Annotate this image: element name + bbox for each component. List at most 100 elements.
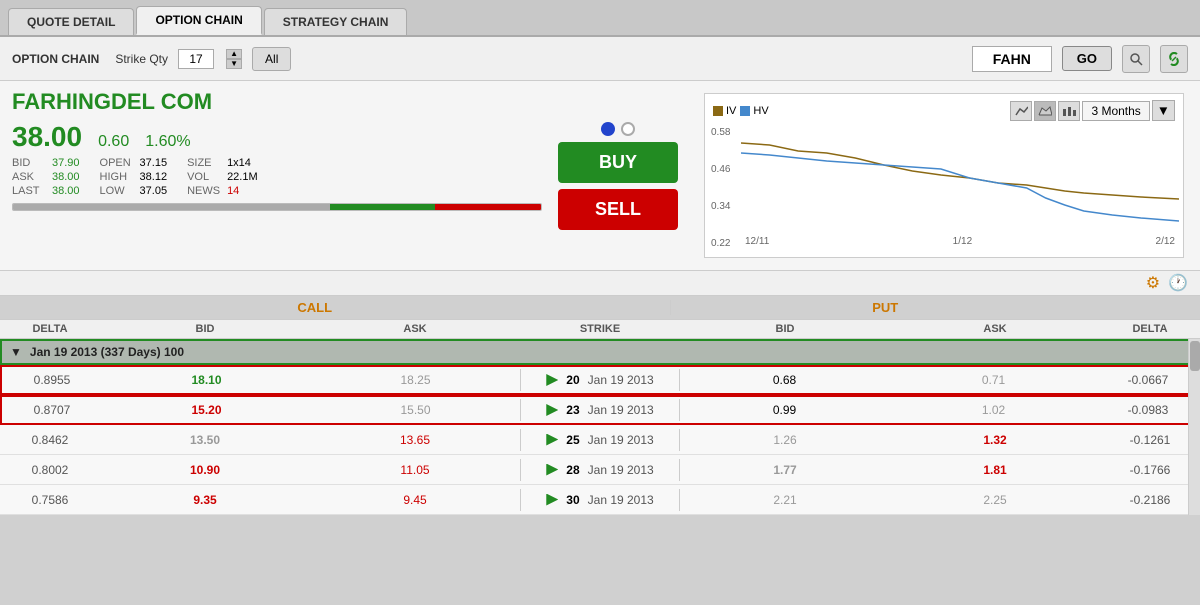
settings-icon[interactable]: ⚙ [1146, 273, 1160, 293]
col-header-delta-call: DELTA [0, 323, 100, 335]
expiry-collapse-icon[interactable]: ▼ [10, 345, 22, 359]
size-label: SIZE [187, 157, 221, 169]
call-bid-4[interactable]: 9.35 [100, 489, 310, 511]
iv-line [741, 143, 1179, 199]
call-ask-0[interactable]: 18.25 [311, 369, 520, 391]
put-bid-1[interactable]: 0.99 [680, 399, 889, 421]
progress-fill-green [330, 204, 436, 210]
put-delta-3: -0.1766 [1100, 459, 1200, 481]
quote-col-2: OPEN 37.15 HIGH 38.12 LOW 37.05 [100, 157, 168, 197]
put-bid-2[interactable]: 1.26 [680, 429, 890, 451]
call-delta-2: 0.8462 [0, 429, 100, 451]
strike-date-1: Jan 19 2013 [588, 403, 654, 417]
put-delta-4: -0.2186 [1100, 489, 1200, 511]
timeframe-dropdown[interactable]: ▼ [1152, 100, 1175, 121]
hv-label: HV [753, 105, 768, 117]
scrollbar-thumb[interactable] [1190, 341, 1200, 371]
put-ask-2[interactable]: 1.32 [890, 429, 1100, 451]
strike-qty-spinner: ▲ ▼ [226, 49, 242, 69]
option-row-4[interactable]: 0.7586 9.35 9.45 30 Jan 19 2013 2.21 2.2… [0, 485, 1200, 515]
call-delta-3: 0.8002 [0, 459, 100, 481]
strike-arrow-3[interactable] [546, 464, 558, 476]
chain-section-headers: CALL PUT [0, 296, 1200, 320]
put-ask-0[interactable]: 0.71 [889, 369, 1098, 391]
vol-label: VOL [187, 171, 221, 183]
quote-area: FARHINGDEL COM 38.00 0.60 1.60% BID 37.9… [0, 81, 1200, 271]
scrollbar-track[interactable] [1188, 339, 1200, 515]
iv-dot [713, 106, 723, 116]
strike-arrow-0[interactable] [546, 374, 558, 386]
chart-line-icon[interactable] [1010, 101, 1032, 121]
strike-arrow-4[interactable] [546, 494, 558, 506]
strike-4[interactable]: 30 Jan 19 2013 [520, 489, 680, 511]
oc-header: OPTION CHAIN Strike Qty ▲ ▼ All GO [0, 37, 1200, 81]
call-bid-0[interactable]: 18.10 [102, 369, 311, 391]
put-ask-3[interactable]: 1.81 [890, 459, 1100, 481]
company-name: FARHINGDEL COM [12, 89, 542, 115]
news-label: NEWS [187, 185, 221, 197]
call-bid-1[interactable]: 15.20 [102, 399, 311, 421]
option-row-3[interactable]: 0.8002 10.90 11.05 28 Jan 19 2013 1.77 1… [0, 455, 1200, 485]
strike-arrow-2[interactable] [546, 434, 558, 446]
settings-row: ⚙ 🕐 [0, 271, 1200, 296]
option-row-1[interactable]: 0.8707 15.20 15.50 23 Jan 19 2013 0.99 1… [0, 395, 1200, 425]
last-row: LAST 38.00 [12, 185, 80, 197]
tab-quote-detail[interactable]: QUOTE DETAIL [8, 8, 134, 35]
link-icon[interactable] [1160, 45, 1188, 73]
quote-col-3: SIZE 1x14 VOL 22.1M NEWS 14 [187, 157, 258, 197]
buy-button[interactable]: BUY [558, 142, 678, 183]
x-label-2: 2/12 [1156, 236, 1175, 247]
put-ask-1[interactable]: 1.02 [889, 399, 1098, 421]
chart-area: IV HV 3 Months ▼ [704, 93, 1184, 258]
put-bid-0[interactable]: 0.68 [680, 369, 889, 391]
put-delta-1: -0.0983 [1098, 399, 1198, 421]
strike-1[interactable]: 23 Jan 19 2013 [520, 399, 680, 421]
clock-icon[interactable]: 🕐 [1168, 273, 1188, 293]
ask-label: ASK [12, 171, 46, 183]
put-ask-4[interactable]: 2.25 [890, 489, 1100, 511]
put-bid-3[interactable]: 1.77 [680, 459, 890, 481]
chart-area-icon[interactable] [1034, 101, 1056, 121]
call-bid-3[interactable]: 10.90 [100, 459, 310, 481]
put-bid-4[interactable]: 2.21 [680, 489, 890, 511]
call-ask-2[interactable]: 13.65 [310, 429, 520, 451]
dot-filled [601, 122, 615, 136]
strike-0[interactable]: 20 Jan 19 2013 [520, 369, 680, 391]
chart-controls: IV HV 3 Months ▼ [709, 98, 1179, 123]
dot-row [601, 122, 635, 136]
call-ask-4[interactable]: 9.45 [310, 489, 520, 511]
strike-3[interactable]: 28 Jan 19 2013 [520, 459, 680, 481]
call-bid-2[interactable]: 13.50 [100, 429, 310, 451]
tab-option-chain[interactable]: OPTION CHAIN [136, 6, 261, 35]
all-button[interactable]: All [252, 47, 291, 71]
col-header-strike: STRIKE [520, 323, 680, 335]
option-row-0[interactable]: 0.8955 18.10 18.25 20 Jan 19 2013 0.68 0… [0, 365, 1200, 395]
price-change: 0.60 [98, 133, 129, 151]
ticker-input[interactable] [972, 46, 1052, 72]
price-pct: 1.60% [145, 133, 190, 151]
col-headers: DELTA BID ASK STRIKE BID ASK DELTA [0, 320, 1200, 339]
x-label-1: 1/12 [953, 236, 972, 247]
sell-button[interactable]: SELL [558, 189, 678, 230]
option-row-2[interactable]: 0.8462 13.50 13.65 25 Jan 19 2013 1.26 1… [0, 425, 1200, 455]
spin-up-btn[interactable]: ▲ [226, 49, 242, 59]
call-ask-1[interactable]: 15.50 [311, 399, 520, 421]
timeframe-button[interactable]: 3 Months [1082, 101, 1149, 121]
tab-strategy-chain[interactable]: STRATEGY CHAIN [264, 8, 408, 35]
progress-container [12, 203, 542, 211]
expiry-row-0[interactable]: ▼ Jan 19 2013 (337 Days) 100 [0, 339, 1200, 365]
strike-qty-input[interactable] [178, 49, 214, 69]
dot-empty [621, 122, 635, 136]
search-icon[interactable] [1122, 45, 1150, 73]
go-button[interactable]: GO [1062, 46, 1112, 71]
strike-2[interactable]: 25 Jan 19 2013 [520, 429, 680, 451]
call-ask-3[interactable]: 11.05 [310, 459, 520, 481]
open-value: 37.15 [140, 157, 168, 169]
option-rows-container: 0.8955 18.10 18.25 20 Jan 19 2013 0.68 0… [0, 365, 1200, 515]
size-value: 1x14 [227, 157, 251, 169]
chart-bar-icon[interactable] [1058, 101, 1080, 121]
iv-legend: IV [713, 105, 736, 117]
strike-arrow-1[interactable] [546, 404, 558, 416]
spin-down-btn[interactable]: ▼ [226, 59, 242, 69]
call-delta-4: 0.7586 [0, 489, 100, 511]
